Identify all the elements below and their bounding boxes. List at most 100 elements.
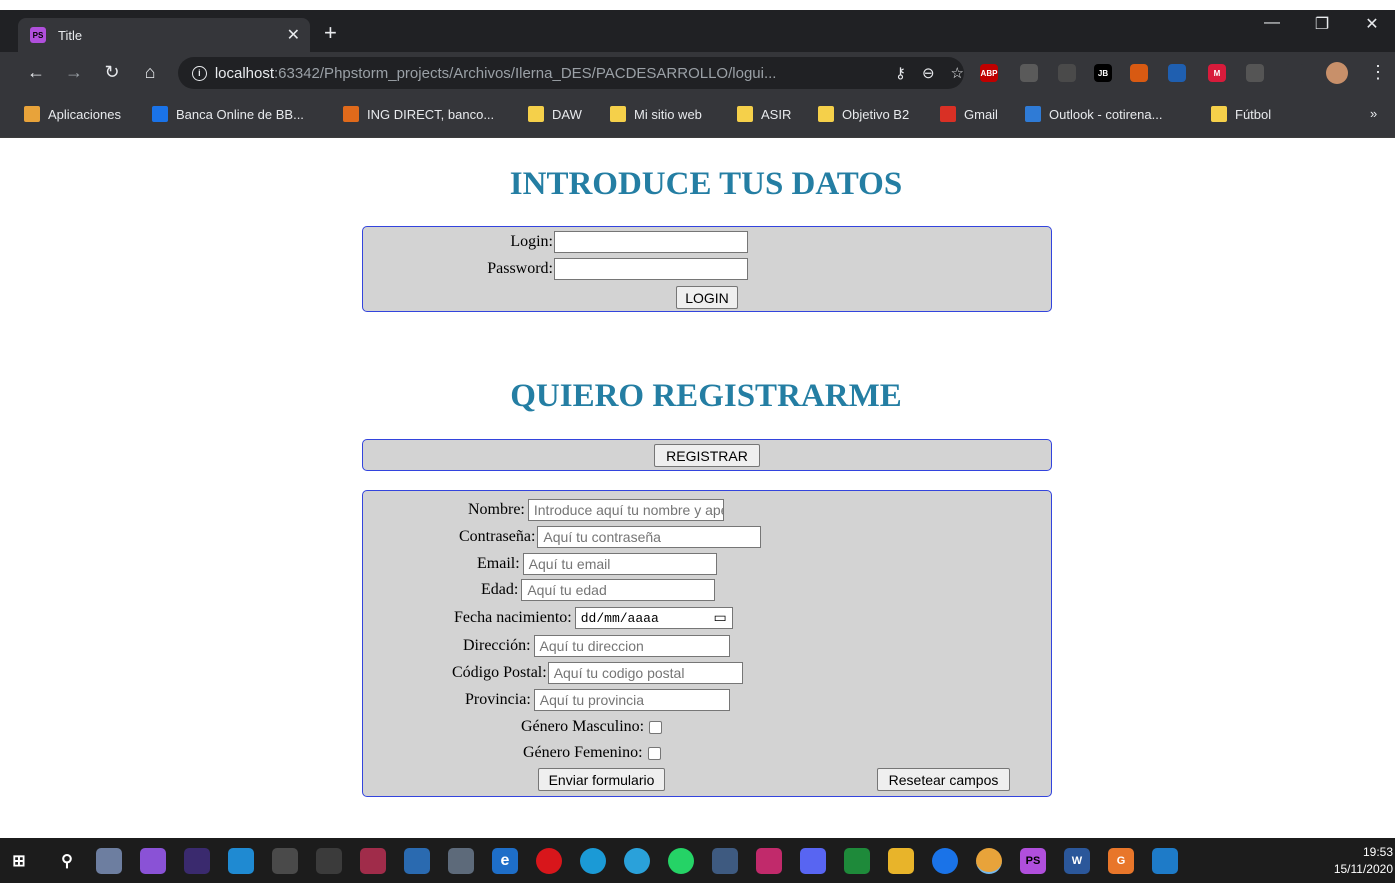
email-input[interactable]: Aquí tu email [522,553,717,575]
gear-ext-icon[interactable] [1246,64,1264,82]
fecha-input[interactable]: dd/mm/aaaa ▭ [574,607,733,629]
registration-form: Nombre: Introduce aquí tu nombre y apell… [362,490,1052,797]
calendar-icon[interactable]: ▭ [714,610,727,626]
edge-icon[interactable] [580,848,606,874]
more-bookmarks-icon[interactable]: » [1370,106,1377,121]
mail-ext-icon[interactable]: M [1208,64,1226,82]
installer-icon[interactable] [404,848,430,874]
calculator-icon[interactable] [272,848,298,874]
search-icon[interactable]: ⚲ [54,848,80,874]
reload-icon[interactable]: ↻ [100,62,124,83]
page-content: INTRODUCE TUS DATOS Login: Password: LOG… [0,138,1395,838]
puzzle-dark-icon[interactable] [1058,64,1076,82]
discord-icon[interactable] [800,848,826,874]
intellij-icon[interactable] [756,848,782,874]
bookmark-item[interactable]: Objetivo B2 [818,106,909,122]
register-box: REGISTRAR [362,439,1052,471]
bank-icon [152,106,168,122]
url-host: localhost [214,64,275,82]
menu-icon[interactable]: ⋮ [1366,62,1390,83]
windows-start-icon[interactable]: ⊞ [6,848,32,874]
ie-icon[interactable]: e [492,848,518,874]
submit-button[interactable]: Enviar formulario [538,768,665,791]
virtualbox-icon[interactable] [316,848,342,874]
zoom-icon[interactable]: ⊖ [922,64,935,82]
bookmark-star-icon[interactable]: ☆ [951,64,964,82]
masculino-label: Género Masculino: [521,718,645,735]
edad-input[interactable]: Aquí tu edad [521,579,716,601]
jetbrains-icon[interactable]: JB [1094,64,1112,82]
femenino-label: Género Femenino: [523,744,643,761]
address-bar[interactable]: i localhost :63342/Phpstorm_projects/Arc… [178,57,964,89]
new-tab-icon[interactable]: + [324,20,337,46]
bookmark-label: DAW [552,106,582,122]
bookmark-item[interactable]: Fútbol [1211,106,1271,122]
chrome-icon[interactable] [976,848,1002,874]
ing-icon [343,106,359,122]
avatar[interactable] [1326,62,1348,84]
abp-icon[interactable]: ABP [980,64,998,82]
visual-studio-icon[interactable] [140,848,166,874]
translate-icon[interactable] [844,848,870,874]
bookmark-item[interactable]: Banca Online de BB... [152,106,304,122]
fecha-label: Fecha nacimiento: [454,609,572,626]
provincia-input[interactable]: Aquí tu provincia [533,689,730,711]
close-window-icon[interactable]: ✕ [1352,14,1392,34]
bookmark-item[interactable]: Outlook - cotirena... [1025,106,1162,122]
firefox-icon[interactable] [932,848,958,874]
register-button[interactable]: REGISTRAR [654,444,760,467]
browser-tab[interactable]: PS Title ✕ [18,18,310,52]
folder-icon [1211,106,1227,122]
close-tab-icon[interactable]: ✕ [287,25,300,45]
system-clock[interactable]: 19:53 15/11/2020 [1334,844,1393,878]
contrasena-label: Contraseña: [459,528,536,545]
bookmark-label: Mi sitio web [634,106,702,122]
bookmarks-bar: Aplicaciones Banca Online de BB... ING DIR… [0,94,1395,138]
minimize-icon[interactable]: — [1252,14,1292,32]
phpstorm-taskbar-icon[interactable]: PS [1020,848,1046,874]
password-label: Password: [487,260,553,277]
bookmark-item[interactable]: Mi sitio web [610,106,702,122]
whatsapp-icon[interactable] [668,848,694,874]
extensions-icon[interactable] [1286,64,1304,82]
restore-icon[interactable]: ❐ [1302,14,1342,34]
pdf-tool-icon[interactable]: G [1108,848,1134,874]
bookmark-item[interactable]: Aplicaciones [24,106,121,122]
app-icon[interactable] [448,848,474,874]
forward-icon[interactable]: → [62,62,86,83]
login-label: Login: [510,233,553,250]
photos-icon[interactable] [1152,848,1178,874]
login-input[interactable] [554,231,748,253]
word-icon[interactable]: W [1064,848,1090,874]
login-button[interactable]: LOGIN [676,286,738,309]
vpn-icon[interactable] [1130,64,1148,82]
femenino-checkbox[interactable] [647,746,661,760]
bookmark-label: Fútbol [1235,106,1272,122]
reader-icon[interactable] [1020,64,1038,82]
visual-paradigm-icon[interactable] [360,848,386,874]
info-icon[interactable]: i [192,65,207,81]
bookmark-item[interactable]: Gmail [940,106,998,122]
cp-input[interactable]: Aquí tu codigo postal [547,662,743,684]
reset-button[interactable]: Resetear campos [877,768,1010,791]
telegram-icon[interactable] [624,848,650,874]
contrasena-input[interactable]: Aquí tu contraseña [537,526,762,548]
direccion-input[interactable]: Aquí tu direccion [533,635,730,657]
nombre-input[interactable]: Introduce aquí tu nombre y apellidos [527,499,724,521]
snipping-icon[interactable] [96,848,122,874]
feather-icon[interactable] [1168,64,1186,82]
mysql-icon[interactable] [712,848,738,874]
back-icon[interactable]: ← [24,62,48,83]
bookmark-item[interactable]: ASIR [737,106,791,122]
masculino-checkbox[interactable] [649,720,663,734]
key-icon[interactable]: ⚷ [895,64,906,82]
vscode-icon[interactable] [228,848,254,874]
file-explorer-icon[interactable] [888,848,914,874]
password-input[interactable] [554,258,748,280]
login-box: Login: Password: LOGIN [362,226,1052,312]
eclipse-icon[interactable] [184,848,210,874]
bookmark-item[interactable]: DAW [528,106,582,122]
home-icon[interactable]: ⌂ [138,62,162,83]
bookmark-item[interactable]: ING DIRECT, banco... [343,106,494,122]
opera-icon[interactable] [536,848,562,874]
